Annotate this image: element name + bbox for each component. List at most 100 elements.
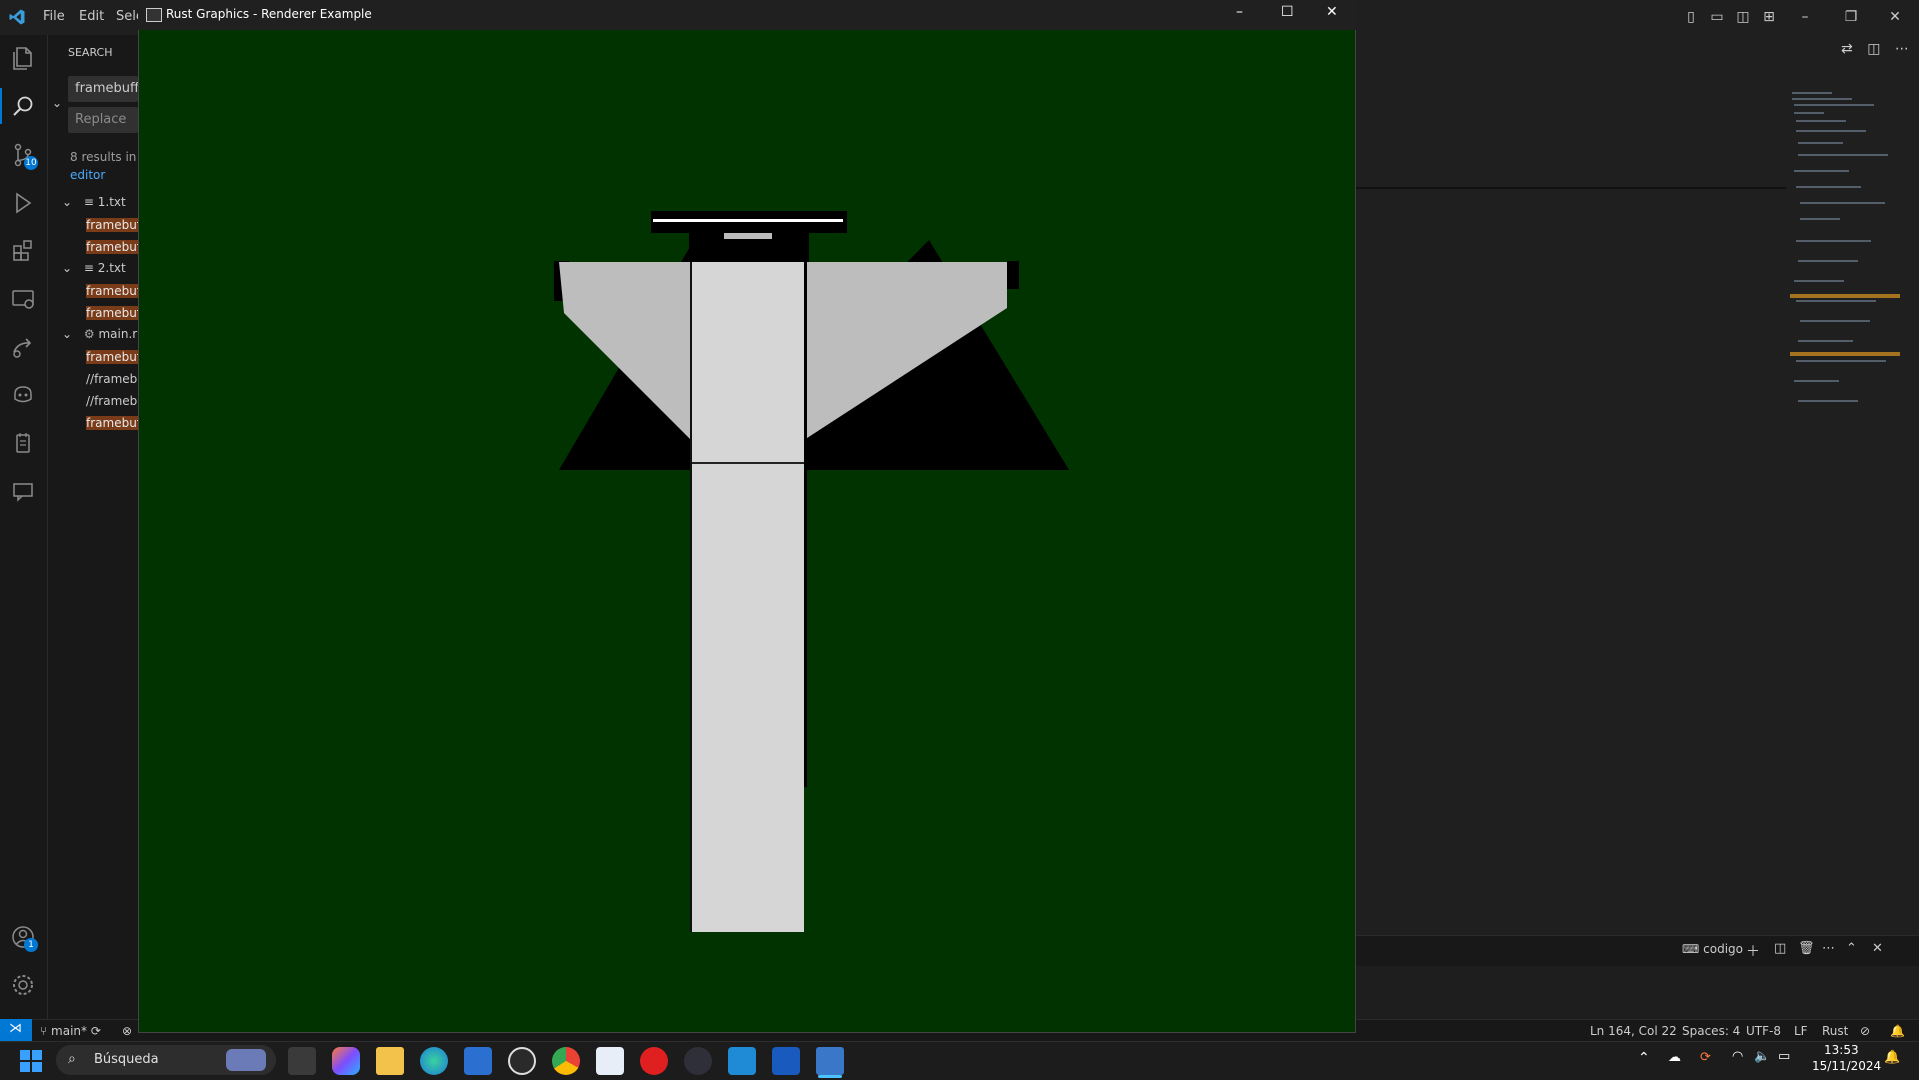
remote-explorer-icon[interactable] — [8, 284, 38, 314]
explorer-icon[interactable] — [8, 43, 38, 73]
rust-file-icon: ⚙ — [83, 327, 95, 341]
split-editor-icon[interactable]: ◫ — [1867, 41, 1880, 57]
vscode-taskbar-icon[interactable] — [728, 1047, 756, 1075]
result-file-3[interactable]: ⌄ ⚙ main.r — [62, 327, 137, 341]
notifications-icon[interactable]: 🔔 — [1884, 1050, 1900, 1065]
wifi-icon[interactable]: ◠ — [1732, 1049, 1743, 1064]
live-share-icon[interactable] — [8, 332, 38, 362]
list-item[interactable]: //frameb — [86, 392, 138, 410]
kill-terminal-icon[interactable]: 🗑 — [1798, 941, 1815, 956]
search-sidebar — [48, 35, 138, 1019]
terminal-app-icon[interactable] — [684, 1047, 712, 1075]
extensions-icon[interactable] — [8, 236, 38, 266]
git-branch-icon: ⑂ — [40, 1024, 48, 1038]
restore-icon[interactable]: ❐ — [1840, 6, 1862, 28]
indentation[interactable]: Spaces: 4 — [1682, 1024, 1740, 1038]
edge-browser-icon[interactable] — [420, 1047, 448, 1075]
source-control-icon[interactable]: 10 — [8, 140, 38, 170]
maximize-panel-icon[interactable]: ⌃ — [1846, 941, 1857, 956]
list-item[interactable]: framebuf — [86, 304, 138, 322]
search-input[interactable]: framebuffe — [68, 76, 138, 102]
center-column — [691, 262, 804, 932]
settings-gear-icon[interactable] — [8, 970, 38, 1000]
file-explorer-icon[interactable] — [376, 1047, 404, 1075]
renderer-taskbar-icon[interactable] — [816, 1047, 844, 1075]
media-player-icon[interactable] — [640, 1047, 668, 1075]
battery-icon[interactable]: ▭ — [1778, 1049, 1790, 1064]
list-item[interactable]: //frameb — [86, 370, 138, 388]
toggle-panel-icon[interactable]: ▭ — [1706, 6, 1728, 28]
show-hidden-icons-chevron-icon[interactable]: ⌃ — [1638, 1050, 1650, 1066]
more-actions-icon[interactable]: ⋯ — [1822, 941, 1835, 956]
editor-actions: ⇄ ◫ ⋯ — [1841, 41, 1911, 63]
problems-icon[interactable]: ⊗ — [122, 1024, 132, 1038]
remote-icon: ⋊ — [9, 1021, 22, 1036]
menu-edit[interactable]: Edit — [79, 9, 104, 24]
search-icon: ⌕ — [68, 1051, 76, 1067]
branch-indicator[interactable]: ⑂ main* ⟳ — [40, 1024, 101, 1038]
onedrive-icon[interactable]: ☁ — [1668, 1050, 1681, 1065]
list-item[interactable]: framebuf — [86, 348, 138, 366]
result-file-2[interactable]: ⌄ ≡ 2.txt — [62, 261, 126, 275]
terminal-tab[interactable]: ⌨ codigo — [1682, 942, 1743, 956]
taskbar-search[interactable]: ⌕ Búsqueda — [56, 1045, 276, 1075]
customize-layout-icon[interactable]: ⊞ — [1758, 6, 1780, 28]
more-actions-icon[interactable]: ⋯ — [1895, 41, 1909, 57]
encoding[interactable]: UTF-8 — [1746, 1024, 1781, 1038]
top-bar-highlight — [653, 219, 843, 222]
microsoft-store-icon[interactable] — [464, 1047, 492, 1075]
maximize-icon[interactable]: ☐ — [1281, 4, 1294, 20]
notepad-icon[interactable] — [596, 1047, 624, 1075]
copilot-icon[interactable] — [8, 380, 38, 410]
chrome-browser-icon[interactable] — [552, 1047, 580, 1075]
column-seam — [691, 462, 804, 464]
search-icon[interactable] — [8, 92, 38, 122]
replace-input[interactable]: Replace — [68, 107, 138, 133]
remote-indicator[interactable]: ⋊ — [0, 1019, 32, 1041]
minimize-icon[interactable]: – — [1794, 6, 1816, 28]
alien-app-icon[interactable] — [508, 1047, 536, 1075]
language-mode[interactable]: Rust — [1822, 1024, 1848, 1038]
taskbar-time[interactable]: 13:53 — [1824, 1043, 1859, 1057]
split-terminal-icon[interactable]: ◫ — [1774, 941, 1786, 956]
notifications-bell-icon[interactable]: 🔔 — [1890, 1024, 1905, 1038]
list-item[interactable]: framebuf — [86, 216, 138, 234]
render-canvas[interactable] — [139, 30, 1355, 1032]
minimize-icon[interactable]: – — [1236, 4, 1243, 20]
compare-changes-icon[interactable]: ⇄ — [1841, 41, 1853, 57]
taskbar-search-placeholder: Búsqueda — [94, 1052, 159, 1067]
open-in-editor-link[interactable]: editor — [70, 168, 105, 182]
testing-icon[interactable] — [8, 428, 38, 458]
activity-bar — [0, 35, 48, 1019]
close-panel-icon[interactable]: ✕ — [1872, 941, 1883, 956]
volume-icon[interactable]: 🔈 — [1754, 1049, 1770, 1064]
taskbar-date[interactable]: 15/11/2024 — [1812, 1059, 1881, 1073]
toggle-replace-chevron-icon[interactable]: ⌄ — [52, 96, 62, 110]
chevron-down-icon: ⌄ — [62, 261, 73, 275]
toggle-primary-sidebar-icon[interactable]: ▯ — [1680, 6, 1702, 28]
close-icon[interactable]: ✕ — [1884, 6, 1906, 28]
close-icon[interactable]: ✕ — [1326, 4, 1338, 20]
new-terminal-icon[interactable]: ＋ — [1746, 941, 1760, 961]
result-file-name: main.r — [98, 327, 138, 341]
list-item[interactable]: framebuf — [86, 238, 138, 256]
word-icon[interactable] — [772, 1047, 800, 1075]
result-file-1[interactable]: ⌄ ≡ 1.txt — [62, 195, 126, 209]
copilot-status-icon[interactable]: ⊘ — [1860, 1024, 1870, 1038]
cursor-position[interactable]: Ln 164, Col 22 — [1590, 1024, 1677, 1038]
update-icon[interactable]: ⟳ — [1700, 1050, 1711, 1065]
comments-icon[interactable] — [8, 476, 38, 506]
menu-file[interactable]: File — [43, 9, 65, 24]
run-debug-icon[interactable] — [8, 188, 38, 218]
windows-start-icon[interactable] — [20, 1050, 42, 1072]
task-view-icon[interactable] — [288, 1047, 316, 1075]
list-item[interactable]: framebuf — [86, 282, 138, 300]
list-item[interactable]: framebuf — [86, 414, 138, 432]
copilot-app-icon[interactable] — [332, 1047, 360, 1075]
line-ending[interactable]: LF — [1794, 1024, 1808, 1038]
accounts-badge: 1 — [24, 938, 38, 952]
renderer-window-title: Rust Graphics - Renderer Example — [166, 7, 372, 21]
renderer-titlebar[interactable]: Rust Graphics - Renderer Example – ☐ ✕ — [138, 0, 1356, 30]
toggle-secondary-sidebar-icon[interactable]: ◫ — [1732, 6, 1754, 28]
accounts-icon[interactable]: 1 — [8, 922, 38, 952]
